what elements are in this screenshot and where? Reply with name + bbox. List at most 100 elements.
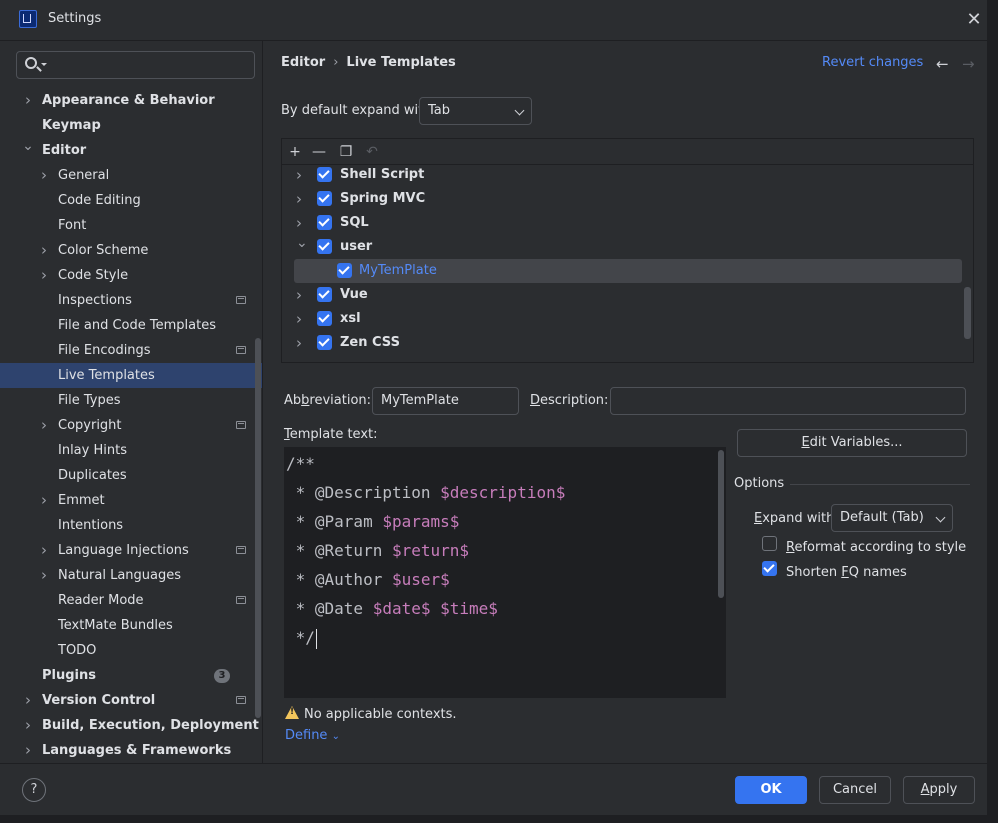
template-group-row[interactable]: ⌄ user: [282, 235, 973, 259]
template-group-row[interactable]: › Vue: [282, 283, 973, 307]
template-text-editor[interactable]: /** * @Description $description$ * @Para…: [284, 447, 726, 698]
sidebar-item-file-and-code-templates[interactable]: File and Code Templates: [0, 313, 262, 338]
template-checkbox[interactable]: [317, 191, 332, 206]
template-group-row[interactable]: › Spring MVC: [282, 187, 973, 211]
chevron-right-icon[interactable]: ›: [21, 713, 35, 738]
sidebar-item-version-control[interactable]: › Version Control: [0, 688, 262, 713]
description-field[interactable]: [610, 387, 966, 415]
sidebar-item-code-editing[interactable]: Code Editing: [0, 188, 262, 213]
apply-button[interactable]: Apply: [903, 776, 975, 804]
sidebar-item-appearance-behavior[interactable]: › Appearance & Behavior: [0, 88, 262, 113]
chevron-right-icon[interactable]: ›: [37, 563, 51, 588]
sidebar-item-label: Code Style: [58, 268, 129, 283]
template-item[interactable]: MyTemPlate: [294, 259, 962, 283]
templates-scrollbar[interactable]: [964, 287, 971, 339]
chevron-right-icon[interactable]: ›: [296, 331, 302, 355]
default-expand-select[interactable]: Tab: [419, 97, 532, 125]
sidebar-item-emmet[interactable]: › Emmet: [0, 488, 262, 513]
chevron-right-icon[interactable]: ›: [296, 187, 302, 211]
template-checkbox[interactable]: [317, 239, 332, 254]
arrow-left-icon[interactable]: ←: [936, 55, 949, 73]
sidebar-item-inlay-hints[interactable]: Inlay Hints: [0, 438, 262, 463]
revert-changes-link[interactable]: Revert changes: [822, 55, 923, 70]
expand-with-select[interactable]: Default (Tab): [831, 504, 953, 532]
chevron-right-icon[interactable]: ›: [21, 88, 35, 113]
shorten-fq-checkbox[interactable]: [762, 561, 777, 576]
chevron-down-icon[interactable]: ⌄: [296, 231, 308, 255]
sidebar-item-inspections[interactable]: Inspections: [0, 288, 262, 313]
sidebar-item-code-style[interactable]: › Code Style: [0, 263, 262, 288]
chevron-right-icon[interactable]: ›: [296, 283, 302, 307]
default-expand-label: By default expand with: [281, 103, 432, 118]
editor-scrollbar[interactable]: [718, 450, 724, 598]
plus-icon[interactable]: +: [286, 143, 304, 161]
edit-variables-button[interactable]: Edit Variables...: [737, 429, 967, 457]
template-checkbox[interactable]: [317, 167, 332, 182]
help-icon[interactable]: ?: [22, 778, 46, 802]
arrow-right-icon[interactable]: →: [962, 55, 975, 73]
ok-button[interactable]: OK: [735, 776, 807, 804]
minus-icon[interactable]: —: [310, 143, 328, 161]
template-checkbox[interactable]: [317, 215, 332, 230]
sidebar-item-label: Emmet: [58, 493, 105, 508]
sidebar-item-live-templates[interactable]: Live Templates: [0, 363, 262, 388]
template-checkbox[interactable]: [337, 263, 352, 278]
template-group-row[interactable]: › Shell Script: [282, 166, 973, 187]
sidebar-item-todo[interactable]: TODO: [0, 638, 262, 663]
sidebar-item-reader-mode[interactable]: Reader Mode: [0, 588, 262, 613]
sidebar-item-label: File Encodings: [58, 343, 151, 358]
breadcrumb-live-templates: Live Templates: [346, 55, 456, 70]
template-group-row[interactable]: › xsl: [282, 307, 973, 331]
options-separator: [790, 484, 970, 485]
sidebar-item-color-scheme[interactable]: › Color Scheme: [0, 238, 262, 263]
chevron-right-icon[interactable]: ›: [37, 263, 51, 288]
template-checkbox[interactable]: [317, 335, 332, 350]
chevron-right-icon[interactable]: ›: [21, 738, 35, 763]
chevron-down-icon[interactable]: ⌄: [21, 134, 35, 159]
chevron-right-icon[interactable]: ›: [37, 163, 51, 188]
template-checkbox[interactable]: [317, 311, 332, 326]
reformat-label[interactable]: Reformat according to style: [786, 540, 966, 555]
define-context-link[interactable]: Define ⌄: [285, 728, 340, 743]
abbreviation-field[interactable]: MyTemPlate: [372, 387, 519, 415]
sidebar-item-keymap[interactable]: Keymap: [0, 113, 262, 138]
chevron-right-icon[interactable]: ›: [37, 488, 51, 513]
sidebar-item-build-execution-deployment[interactable]: › Build, Execution, Deployment: [0, 713, 262, 738]
sidebar-item-general[interactable]: › General: [0, 163, 262, 188]
sidebar-item-duplicates[interactable]: Duplicates: [0, 463, 262, 488]
sidebar-item-font[interactable]: Font: [0, 213, 262, 238]
breadcrumb-editor[interactable]: Editor: [281, 55, 325, 70]
sidebar-item-copyright[interactable]: › Copyright: [0, 413, 262, 438]
cancel-button[interactable]: Cancel: [819, 776, 891, 804]
sidebar-item-plugins[interactable]: Plugins 3: [0, 663, 262, 688]
copy-icon[interactable]: ❐: [337, 143, 355, 161]
sidebar-item-language-injections[interactable]: › Language Injections: [0, 538, 262, 563]
chevron-right-icon[interactable]: ›: [296, 307, 302, 331]
chevron-right-icon[interactable]: ›: [37, 413, 51, 438]
sidebar-item-languages-frameworks[interactable]: › Languages & Frameworks: [0, 738, 262, 763]
sidebar-item-file-encodings[interactable]: File Encodings: [0, 338, 262, 363]
sidebar-item-textmate-bundles[interactable]: TextMate Bundles: [0, 613, 262, 638]
sidebar-item-natural-languages[interactable]: › Natural Languages: [0, 563, 262, 588]
sidebar-item-file-types[interactable]: File Types: [0, 388, 262, 413]
close-icon[interactable]: ✕: [964, 10, 984, 30]
template-group-row[interactable]: › Zen CSS: [282, 331, 973, 355]
sidebar-item-intentions[interactable]: Intentions: [0, 513, 262, 538]
undo-icon[interactable]: ↶: [363, 143, 381, 161]
sidebar-item-label: Duplicates: [58, 468, 127, 483]
reformat-checkbox[interactable]: [762, 536, 777, 551]
template-name: SQL: [340, 215, 369, 230]
default-expand-value: Tab: [428, 103, 451, 118]
chevron-right-icon[interactable]: ›: [37, 538, 51, 563]
shorten-fq-label[interactable]: Shorten FQ names: [786, 565, 907, 580]
chevron-right-icon[interactable]: ›: [37, 238, 51, 263]
sidebar-item-editor[interactable]: ⌄ Editor: [0, 138, 262, 163]
chevron-down-icon: [935, 512, 946, 523]
sidebar-scrollbar[interactable]: [255, 338, 261, 718]
search-input[interactable]: [16, 51, 255, 79]
search-options-dropdown-icon[interactable]: [41, 63, 47, 66]
template-group-row[interactable]: › SQL: [282, 211, 973, 235]
template-checkbox[interactable]: [317, 287, 332, 302]
chevron-right-icon[interactable]: ›: [296, 166, 302, 187]
chevron-right-icon[interactable]: ›: [21, 688, 35, 713]
